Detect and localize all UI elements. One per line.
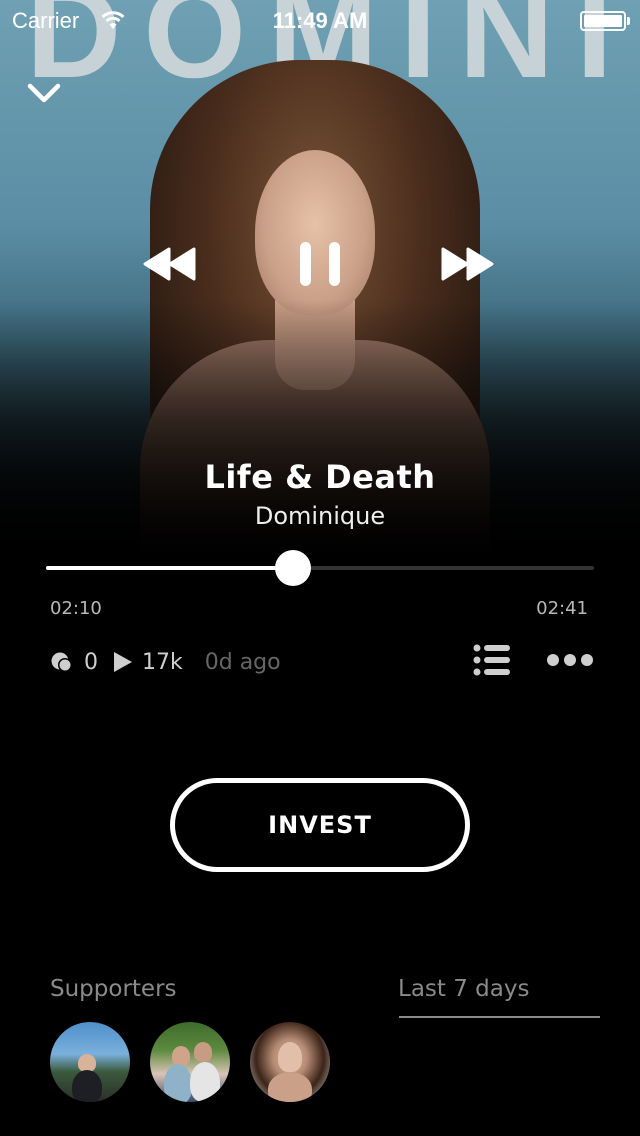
avatar[interactable]	[50, 1022, 130, 1102]
pause-icon[interactable]	[298, 240, 342, 288]
avatar[interactable]	[250, 1022, 330, 1102]
rewind-icon[interactable]	[143, 246, 197, 282]
status-bar: Carrier 11:49 AM	[0, 0, 640, 40]
song-title: Life & Death	[204, 458, 436, 496]
battery-icon	[580, 11, 630, 31]
artwork-face	[255, 150, 375, 315]
more-icon[interactable]	[546, 652, 594, 668]
supporters-label: Supporters	[50, 976, 177, 1002]
invest-button[interactable]: INVEST	[170, 778, 470, 872]
queue-list-icon[interactable]	[472, 644, 510, 676]
elapsed-time: 02:10	[50, 598, 102, 619]
fast-forward-icon[interactable]	[440, 246, 494, 282]
posted-age: 0d ago	[204, 649, 281, 675]
artist-name[interactable]: Dominique	[0, 502, 640, 530]
range-underline	[399, 1016, 600, 1018]
progress-fill	[46, 566, 293, 570]
supporters-icon	[51, 652, 72, 672]
play-count-icon	[114, 652, 132, 672]
stats-row: 0 17k 0d ago	[50, 646, 281, 678]
supporters-count: 0	[84, 649, 98, 675]
total-time: 02:41	[536, 598, 588, 619]
progress-thumb[interactable]	[274, 550, 311, 586]
avatar[interactable]	[150, 1022, 230, 1102]
progress-slider[interactable]	[46, 550, 594, 586]
range-selector[interactable]: Last 7 days	[398, 976, 600, 1002]
play-count: 17k	[142, 649, 183, 675]
status-time: 11:49 AM	[272, 8, 368, 33]
chevron-down-icon[interactable]	[26, 78, 62, 106]
